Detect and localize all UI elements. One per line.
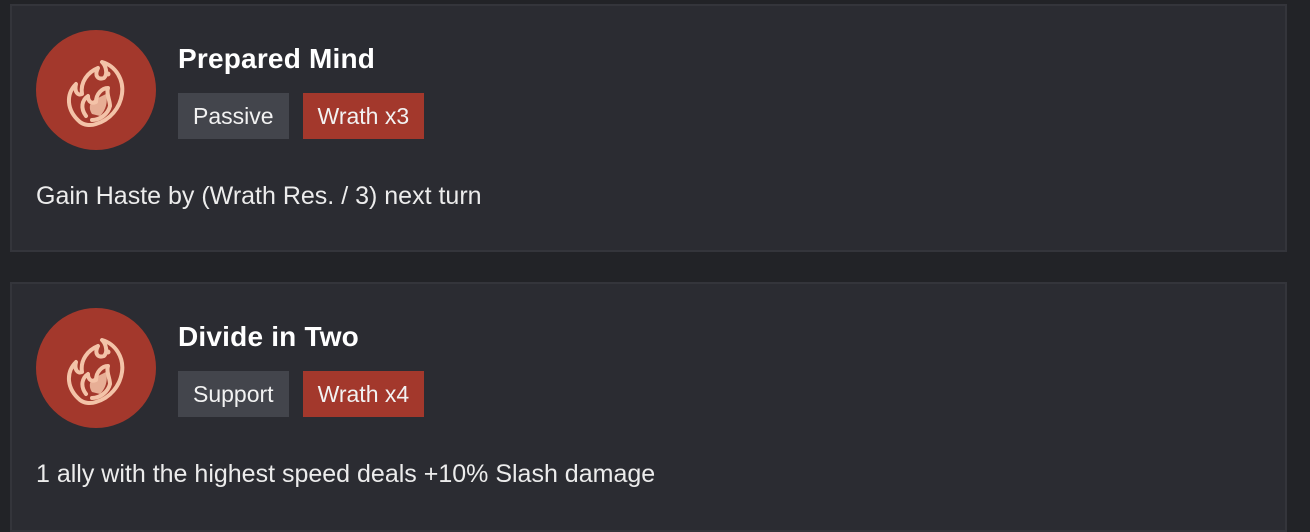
wrath-flame-icon — [36, 30, 156, 150]
skill-type-badge: Passive — [178, 93, 289, 139]
skill-cost-badge: Wrath x3 — [302, 93, 425, 139]
skill-type-badge: Support — [178, 371, 289, 417]
skill-card-prepared-mind: Prepared Mind Passive Wrath x3 Gain Hast… — [10, 4, 1287, 252]
skill-tags: Support Wrath x4 — [178, 371, 425, 417]
wrath-flame-icon — [36, 308, 156, 428]
skill-cost-badge: Wrath x4 — [302, 371, 425, 417]
skill-tags: Passive Wrath x3 — [178, 93, 425, 139]
skill-title: Divide in Two — [178, 321, 359, 352]
skill-description: 1 ally with the highest speed deals +10%… — [36, 460, 656, 488]
skill-description: Gain Haste by (Wrath Res. / 3) next turn — [36, 182, 482, 210]
skill-card-divide-in-two: Divide in Two Support Wrath x4 1 ally wi… — [10, 282, 1287, 532]
skill-title: Prepared Mind — [178, 43, 376, 74]
